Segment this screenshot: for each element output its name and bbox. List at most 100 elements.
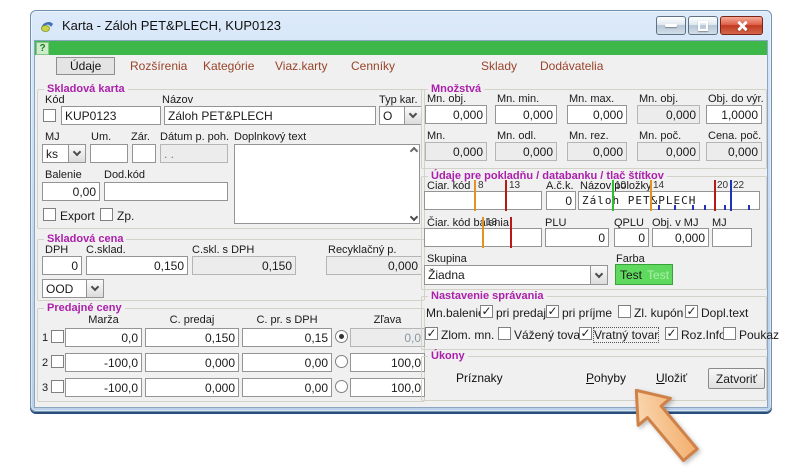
zatvorit-button[interactable]: Zatvoriť xyxy=(708,368,765,389)
datum-p-poh-field[interactable]: . . xyxy=(160,144,228,163)
mj2-field[interactable] xyxy=(712,228,752,247)
ciar-kod-field[interactable] xyxy=(424,191,542,210)
nazov-field[interactable]: Záloh PET&PLECH xyxy=(164,106,376,125)
roz-info-checkbox[interactable] xyxy=(665,327,678,340)
obj-v-mj-field[interactable]: 0,000 xyxy=(652,228,709,247)
help-button[interactable]: ? xyxy=(36,42,49,55)
minimize-button[interactable] xyxy=(656,16,686,35)
kod-field[interactable]: KUP0123 xyxy=(61,106,161,125)
ruler-line-orange xyxy=(650,180,652,211)
um-field[interactable] xyxy=(90,144,128,163)
vratny-tovar-checkbox[interactable] xyxy=(579,327,592,340)
zlom-mn-checkbox[interactable] xyxy=(425,327,438,340)
doplnkovy-text-area[interactable] xyxy=(234,144,420,224)
tab-rozsirenia[interactable]: Rozšírenia xyxy=(130,59,187,73)
marza-field-3[interactable]: -100,0 xyxy=(65,378,142,397)
mn-min-field[interactable]: 0,000 xyxy=(495,105,557,124)
pri-predaji-checkbox[interactable] xyxy=(480,305,493,318)
pohyby-button[interactable]: Pohyby xyxy=(586,371,626,385)
tab-kategorie[interactable]: Kategórie xyxy=(203,59,254,73)
price-row2-radio[interactable] xyxy=(335,355,348,368)
obj-do-vyr-field[interactable]: 1,0000 xyxy=(706,105,762,124)
c-skl-s-dph-label: C.skl. s DPH xyxy=(192,244,254,256)
minimize-icon xyxy=(665,24,677,27)
plu-field[interactable]: 0 xyxy=(545,228,609,247)
dph-field[interactable]: 0 xyxy=(42,256,82,275)
zlava-field-2[interactable]: 100,0 xyxy=(350,353,425,372)
mn-obj-field[interactable]: 0,000 xyxy=(425,105,487,124)
dod-kod-field[interactable] xyxy=(104,182,228,201)
zlom-mn-label: Zlom. mn. xyxy=(441,328,494,342)
export-checkbox[interactable] xyxy=(43,208,56,221)
farba-button[interactable]: Test Test xyxy=(615,264,673,285)
scroll-down-icon[interactable] xyxy=(410,213,418,221)
qplu-field[interactable]: 0 xyxy=(614,228,649,247)
close-button[interactable] xyxy=(720,16,763,35)
ruler-line-red xyxy=(714,180,716,211)
mn-field[interactable]: 0,000 xyxy=(425,142,487,161)
chevron-down-icon xyxy=(590,266,607,284)
window-body: ? Údaje Rozšírenia Kategórie Viaz.karty … xyxy=(34,40,768,408)
maximize-button[interactable] xyxy=(688,16,718,35)
mn-max-field[interactable]: 0,000 xyxy=(567,105,627,124)
ruler-mark-13b: 13 xyxy=(486,217,497,228)
priznaky-button[interactable]: Príznaky xyxy=(456,371,503,385)
dopl-text-label: Dopl.text xyxy=(701,306,748,320)
c-predaj-field-1[interactable]: 0,150 xyxy=(145,328,239,347)
c-sklad-field[interactable]: 0,150 xyxy=(86,256,188,275)
c-predaj-field-2[interactable]: 0,000 xyxy=(145,353,239,372)
balenie-field[interactable]: 0,00 xyxy=(42,182,100,201)
price-row3-radio[interactable] xyxy=(335,380,348,393)
tab-cenniky[interactable]: Cenníky xyxy=(351,59,395,73)
price-row1-radio[interactable] xyxy=(335,330,348,343)
scroll-up-icon[interactable] xyxy=(410,147,418,155)
nazov-label: Názov xyxy=(162,94,193,106)
poukaz-checkbox[interactable] xyxy=(723,327,736,340)
kod-label: Kód xyxy=(45,94,65,106)
ack-field[interactable]: 0 xyxy=(546,191,576,210)
cena-poc-field[interactable]: 0,000 xyxy=(706,142,762,161)
mn-obj2-field[interactable]: 0,000 xyxy=(637,105,700,124)
pri-prijme-checkbox[interactable] xyxy=(546,305,559,318)
typ-kar-select[interactable]: O xyxy=(379,106,422,125)
mn-label: Mn. xyxy=(427,130,445,142)
dopl-text-checkbox[interactable] xyxy=(685,305,698,318)
ruler-line-orange xyxy=(482,217,484,248)
title-bar[interactable]: Karta - Záloh PET&PLECH, KUP0123 xyxy=(31,11,771,40)
price-row2-checkbox[interactable] xyxy=(51,355,64,368)
tab-viaz-karty[interactable]: Viaz.karty xyxy=(275,59,327,73)
kod-checkbox[interactable] xyxy=(43,109,56,122)
zlava-field-1[interactable]: 0,0 xyxy=(350,328,425,347)
marza-field-2[interactable]: -100,0 xyxy=(65,353,142,372)
zar-field[interactable] xyxy=(132,144,156,163)
vazeny-tovar-checkbox[interactable] xyxy=(498,327,511,340)
price-row1-checkbox[interactable] xyxy=(51,330,64,343)
mn-max-label: Mn. max. xyxy=(569,93,614,105)
mn-poc-field[interactable]: 0,000 xyxy=(637,142,700,161)
predajne-ceny-group: Predajné ceny Marža C. predaj C. pr. s D… xyxy=(37,308,425,402)
zlava-field-3[interactable]: 100,0 xyxy=(350,378,425,397)
c-predaj-field-3[interactable]: 0,000 xyxy=(145,378,239,397)
group-title: Úkony xyxy=(428,350,468,362)
price-row3-checkbox[interactable] xyxy=(51,380,64,393)
ulozit-button[interactable]: Uložiť xyxy=(656,371,687,385)
mn-rez-field[interactable]: 0,000 xyxy=(567,142,627,161)
ood-select[interactable]: OOD xyxy=(42,279,104,298)
mn-odl-field[interactable]: 0,000 xyxy=(495,142,557,161)
c-pr-s-dph-field-2[interactable]: 0,00 xyxy=(242,353,332,372)
marza-field-1[interactable]: 0,0 xyxy=(65,328,142,347)
c-pr-s-dph-field-1[interactable]: 0,15 xyxy=(242,328,332,347)
skupina-select[interactable]: Žiadna xyxy=(424,265,608,285)
zp-checkbox[interactable] xyxy=(100,208,113,221)
tab-udaje[interactable]: Údaje xyxy=(56,57,115,75)
zl-kupon-checkbox[interactable] xyxy=(618,305,631,318)
c-skl-s-dph-field[interactable]: 0,150 xyxy=(192,256,296,275)
tab-sklady[interactable]: Sklady xyxy=(481,59,517,73)
price-row-number: 2 xyxy=(42,357,48,369)
pokladna-group: Údaje pre pokladňu / databanku / tlač št… xyxy=(421,176,767,290)
c-pr-s-dph-field-3[interactable]: 0,00 xyxy=(242,378,332,397)
mj-select[interactable]: ks xyxy=(42,144,86,163)
tab-dodavatelia[interactable]: Dodávatelia xyxy=(540,59,603,73)
recyklacny-field[interactable]: 0,000 xyxy=(326,256,422,275)
nazov-polozky-field[interactable]: Záloh PET&PLECH xyxy=(578,191,760,210)
